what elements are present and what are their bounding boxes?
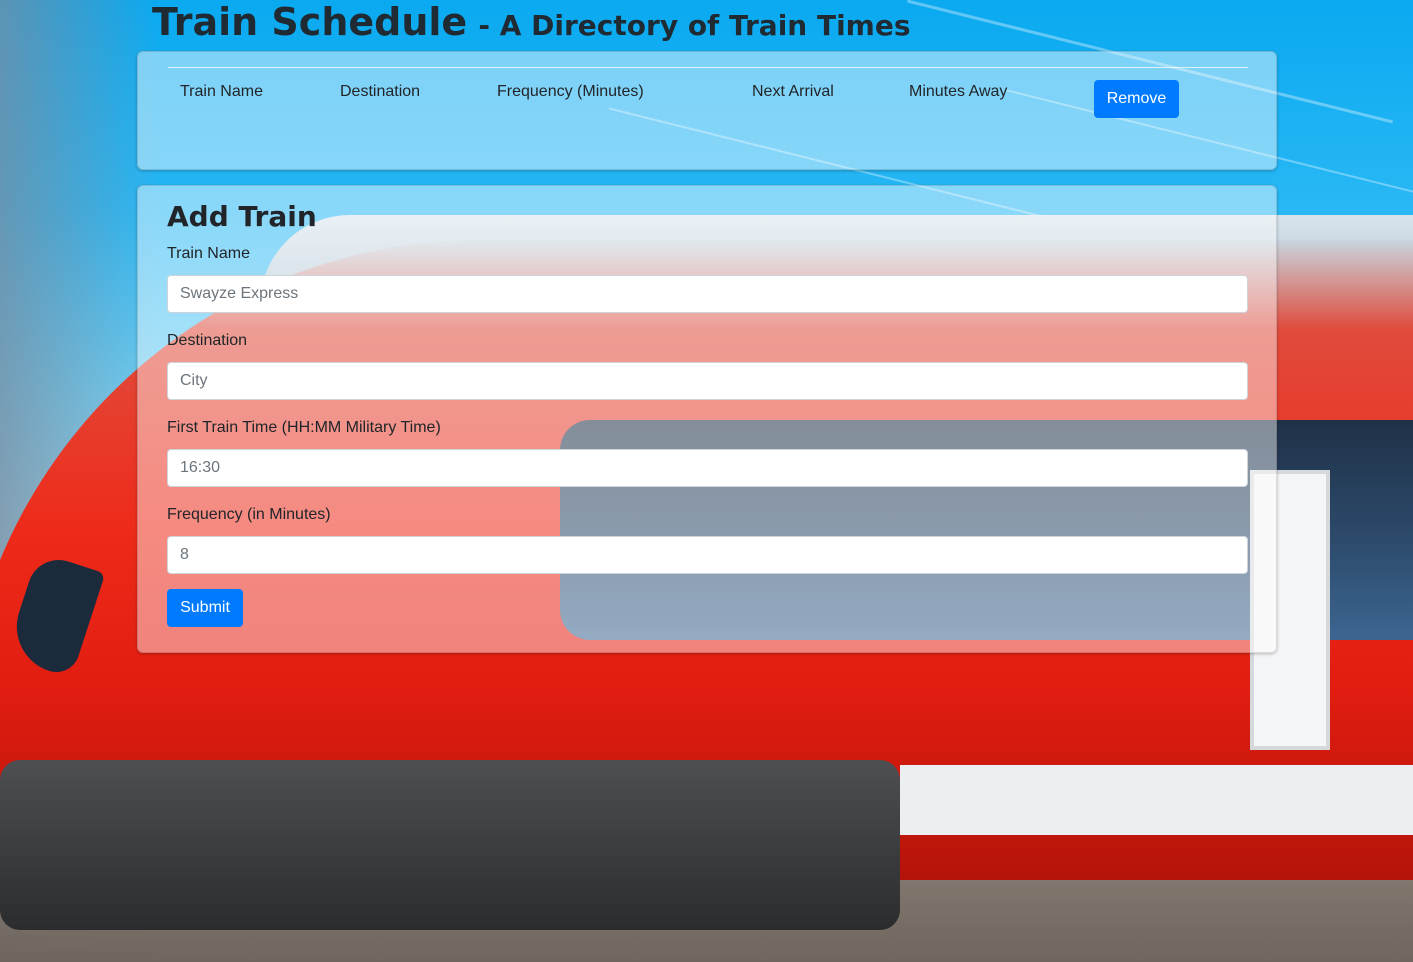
remove-button[interactable]: Remove	[1094, 80, 1179, 118]
table-divider	[168, 67, 1248, 68]
first-train-time-label: First Train Time (HH:MM Military Time)	[167, 419, 441, 436]
schedule-table-card: Train Name Destination Frequency (Minute…	[137, 51, 1277, 170]
submit-button[interactable]: Submit	[167, 589, 243, 627]
train-name-label: Train Name	[167, 245, 250, 262]
column-header-frequency: Frequency (Minutes)	[497, 83, 644, 100]
destination-label: Destination	[167, 332, 248, 349]
page-title-subtitle: - A Directory of Train Times	[478, 9, 911, 42]
first-train-time-input[interactable]	[167, 449, 1248, 487]
column-header-destination: Destination	[340, 83, 421, 100]
train-name-input[interactable]	[167, 275, 1248, 313]
column-header-train-name: Train Name	[180, 83, 263, 100]
frequency-label: Frequency (in Minutes)	[167, 506, 331, 523]
add-train-title: Add Train	[167, 200, 317, 233]
add-train-card: Add Train Train Name Destination First T…	[137, 185, 1277, 653]
frequency-input[interactable]	[167, 536, 1248, 574]
column-header-minutes-away: Minutes Away	[909, 83, 1008, 100]
page-title-main: Train Schedule	[152, 0, 468, 44]
page-title: Train Schedule - A Directory of Train Ti…	[152, 0, 911, 44]
destination-input[interactable]	[167, 362, 1248, 400]
column-header-next-arrival: Next Arrival	[752, 83, 834, 100]
